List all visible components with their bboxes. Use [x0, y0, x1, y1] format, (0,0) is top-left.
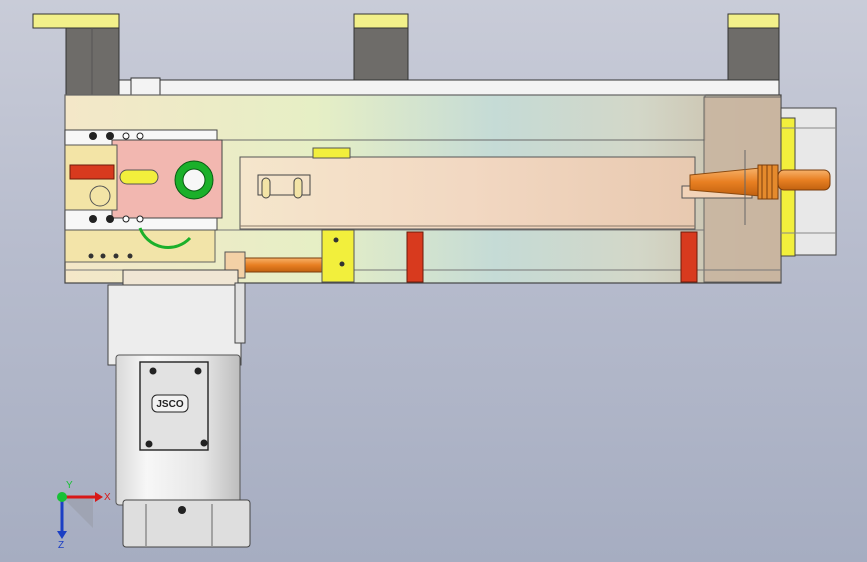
triad-y-label: Y	[66, 480, 73, 491]
left-drive-assembly	[64, 129, 223, 263]
top-mount-center	[353, 13, 409, 81]
inner-slide-tube	[239, 156, 696, 230]
cad-viewport[interactable]: JSCO X Y Z	[0, 0, 867, 562]
yellow-bracket-top	[312, 147, 351, 159]
red-stopper	[406, 231, 424, 283]
gear-motor: JSCO	[107, 269, 251, 548]
coordinate-triad: X Y Z	[57, 480, 111, 551]
top-mount-left	[32, 13, 120, 96]
red-stopper	[680, 231, 698, 283]
triad-z-label: Z	[58, 540, 64, 551]
top-rail-block	[130, 77, 161, 96]
cad-model-canvas[interactable]: JSCO X Y Z	[0, 0, 867, 562]
top-rail	[118, 79, 780, 96]
triad-x-label: X	[104, 492, 111, 503]
top-mount-right	[727, 13, 780, 81]
motor-brand-label: JSCO	[156, 399, 183, 410]
